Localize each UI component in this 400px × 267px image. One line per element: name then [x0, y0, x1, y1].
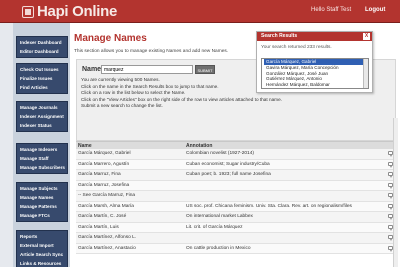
sidebar-item[interactable]: Manage Staff — [17, 154, 67, 163]
logo[interactable]: Hapi Online — [22, 3, 117, 20]
row-name: García Martínez, Anastacio — [78, 245, 136, 251]
view-articles-icon[interactable] — [387, 172, 393, 178]
sidebar-item[interactable]: External Import — [17, 241, 67, 250]
popup-title: Search Results — [261, 33, 298, 39]
table-row[interactable]: -- See García Marruz, Fina — [76, 191, 396, 202]
sidebar-item[interactable]: Manage FTCs — [17, 211, 67, 220]
row-annotation — [184, 233, 384, 243]
table-body: García Márquez, Gabriel Colombian novelis… — [76, 149, 396, 254]
sidebar-item[interactable]: Check Out Issues — [17, 65, 67, 74]
row-annotation: On cattle production in Mexico — [186, 245, 251, 251]
sidebar-group: Indexer Dashboard Editor Dashboard — [16, 36, 68, 58]
table-row[interactable]: García Martínez, Alfonso L. — [76, 233, 396, 244]
logo-icon — [22, 5, 34, 18]
table-row[interactable]: García Marruz, Fina Cuban poet; b. 1923; … — [76, 170, 396, 181]
page-description: This section allows you to manage existi… — [74, 49, 229, 54]
row-name: -- See García Marruz, Fina — [78, 193, 136, 198]
sidebar-item[interactable]: Find Articles — [17, 83, 67, 92]
sidebar-item[interactable]: Links & Resources — [17, 259, 67, 267]
sidebar-item[interactable]: Manage Subscribers — [17, 163, 67, 172]
view-articles-icon[interactable] — [387, 151, 393, 157]
table-row[interactable]: García Martín, C. José On international m… — [76, 212, 396, 223]
results-listbox[interactable]: García Márquez, Gabriel Gavira Márquez, M… — [261, 58, 369, 89]
logout-link[interactable]: Logout — [365, 7, 385, 13]
row-name: García Marsh, Alma María — [78, 203, 134, 209]
sidebar-item[interactable]: Finalize Issues — [17, 74, 67, 83]
listbox-options: García Márquez, Gabriel Gavira Márquez, M… — [262, 59, 368, 88]
view-articles-icon[interactable] — [387, 224, 393, 231]
sidebar-group: Check Out Issues Finalize Issues Find Arti… — [16, 63, 68, 94]
row-name: García Martín, Luis — [78, 224, 119, 230]
view-articles-icon[interactable] — [387, 182, 393, 189]
view-articles-icon[interactable] — [387, 161, 393, 168]
sidebar-item[interactable]: Reports — [17, 232, 67, 241]
page-scrollbar[interactable] — [393, 118, 398, 267]
table-row[interactable]: García Martínez, Anastacio On cattle prod… — [76, 243, 396, 254]
sidebar-group: Manage Journals Indexer Assignment Indexer… — [16, 101, 68, 132]
column-header-name: Name — [78, 143, 92, 149]
row-name: García Marruz, Josefina — [78, 182, 130, 188]
row-annotation: US soc. prof. Chicana feminism. Univ. St… — [186, 203, 352, 209]
results-table: Name Annotation García Márquez, Gabriel C… — [76, 141, 396, 254]
logo-text: Hapi Online — [37, 3, 118, 20]
table-row[interactable]: García Marsh, Alma María US soc. prof. Ch… — [76, 201, 396, 212]
row-annotation: Cuban poet; b. 1923; full name Josefina — [186, 172, 271, 177]
search-results-popup: Search Results X Your search returned 23… — [256, 31, 373, 93]
table-row[interactable]: García Márquez, Gabriel Colombian novelis… — [76, 149, 396, 160]
page-title: Manage Names — [74, 33, 147, 44]
sidebar-item[interactable]: Manage Subjects — [17, 184, 67, 193]
sidebar-group: Manage Indexers Manage Staff Manage Subscr… — [16, 143, 68, 174]
column-header-annotation: Annotation — [186, 143, 213, 149]
popup-header: Search Results X — [257, 32, 372, 41]
sidebar-item[interactable]: Article Search Sync — [17, 250, 67, 259]
row-name: García Marrero, Agustín — [78, 161, 130, 167]
name-search-input[interactable] — [101, 65, 193, 74]
sidebar-item[interactable]: Indexer Status — [17, 121, 67, 130]
instruction-line: Submit a new search to change the list. — [81, 103, 163, 108]
row-name: García Martínez, Alfonso L. — [78, 235, 137, 240]
top-bar: Hapi Online Hello Staff Test Logout — [0, 0, 400, 23]
listbox-scrollbar[interactable] — [363, 59, 368, 88]
row-name: García Marruz, Fina — [78, 172, 121, 177]
view-articles-icon[interactable] — [387, 214, 393, 220]
view-articles-icon[interactable] — [387, 193, 393, 199]
popup-message: Your search returned 233 results. — [261, 45, 332, 50]
sidebar-group: Reports External Import Article Search Syn… — [16, 230, 68, 267]
view-articles-icon[interactable] — [387, 203, 393, 210]
table-row[interactable]: García Marruz, Josefina — [76, 180, 396, 191]
sidebar-item[interactable]: Manage Names — [17, 193, 67, 202]
greeting: Hello Staff Test — [311, 7, 352, 13]
sidebar-item[interactable]: Indexer Dashboard — [17, 38, 67, 47]
sidebar-item[interactable]: Manage Journals — [17, 103, 67, 112]
table-row[interactable]: García Martín, Luis Lit. crit. of García … — [76, 222, 396, 233]
sidebar-item[interactable]: Manage Patterns — [17, 202, 67, 211]
row-name: García Martín, C. José — [78, 214, 127, 219]
table-row[interactable]: García Marrero, Agustín Cuban economist; … — [76, 159, 396, 170]
sidebar-item[interactable]: Editor Dashboard — [17, 47, 67, 56]
row-name: García Márquez, Gabriel — [78, 151, 131, 156]
row-annotation: Colombian novelist (1927-2014) — [186, 151, 254, 156]
listbox-option[interactable]: Hernández Márquez, Janeth — [264, 88, 368, 89]
sidebar-group: Manage Subjects Manage Names Manage Patter… — [16, 182, 68, 222]
sidebar-item[interactable]: Manage Indexers — [17, 145, 67, 154]
sidebar-strip — [0, 23, 13, 267]
sidebar-item[interactable]: Indexer Assignment — [17, 112, 67, 121]
view-articles-icon[interactable] — [387, 235, 393, 241]
row-annotation — [184, 181, 384, 191]
view-articles-icon[interactable] — [387, 245, 393, 252]
row-annotation: Lit. crit. of García Márquez — [186, 224, 243, 230]
row-annotation — [184, 191, 384, 201]
row-annotation: Cuban economist; Sugar industry/Cuba — [186, 161, 270, 167]
submit-button[interactable]: SUBMIT — [195, 65, 215, 74]
close-button[interactable]: X — [363, 33, 370, 40]
row-annotation: On international market Labbex — [186, 214, 253, 219]
table-header: Name Annotation — [76, 141, 396, 149]
